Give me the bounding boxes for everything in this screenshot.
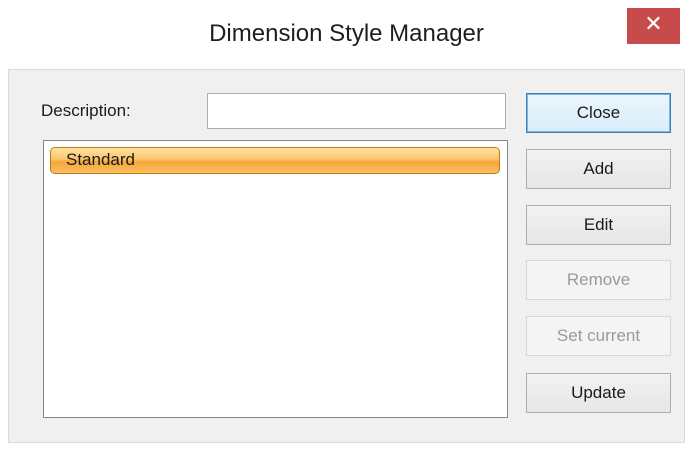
edit-button[interactable]: Edit: [526, 205, 671, 245]
dimension-styles-list[interactable]: Standard: [43, 140, 508, 418]
description-label: Description:: [41, 101, 131, 120]
add-button[interactable]: Add: [526, 149, 671, 189]
close-window-button[interactable]: ✕: [627, 8, 680, 44]
close-icon: ✕: [644, 12, 663, 37]
set-current-button[interactable]: Set current: [526, 316, 671, 356]
close-button[interactable]: Close: [526, 93, 671, 133]
description-input[interactable]: [207, 93, 506, 129]
window-title: Dimension Style Manager: [209, 20, 484, 47]
title-bar: Dimension Style Manager ✕: [0, 0, 693, 47]
remove-button[interactable]: Remove: [526, 260, 671, 300]
update-button[interactable]: Update: [526, 373, 671, 413]
list-item-standard[interactable]: Standard: [50, 147, 500, 174]
dimension-style-manager-dialog: Dimension Style Manager ✕ Description: S…: [0, 0, 693, 450]
